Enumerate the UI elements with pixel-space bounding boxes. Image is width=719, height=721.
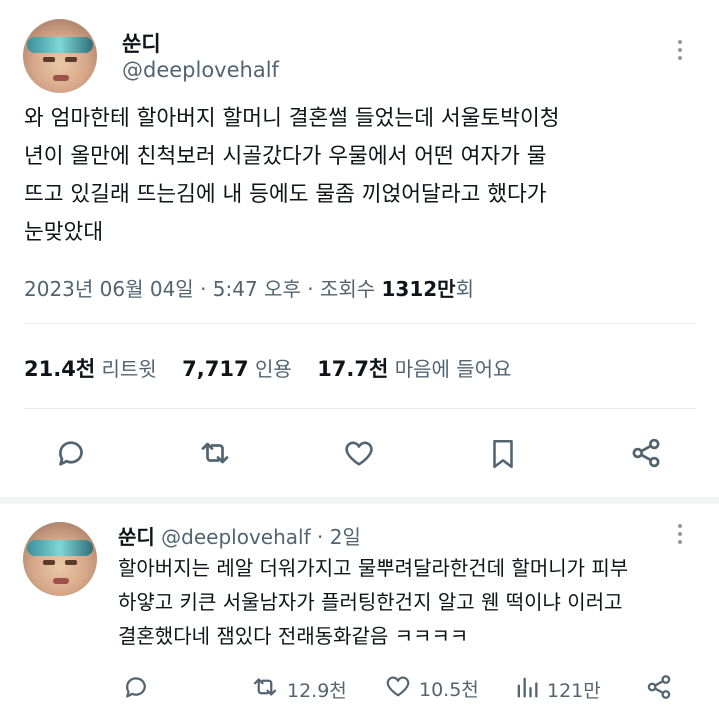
bookmark-icon[interactable]	[486, 435, 520, 473]
author-handle[interactable]: @deeplovehalf	[122, 58, 279, 82]
tweet-stats: 21.4천 리트윗 7,717 인용 17.7천 마음에 들어요	[24, 353, 511, 383]
reply-more-options-icon[interactable]	[678, 524, 682, 544]
reply-icon	[121, 672, 151, 707]
reply-text: 할아버지는 레알 더워가지고 물뿌려달라한건데 할머니가 피부 하얗고 키큰 서…	[118, 556, 629, 648]
divider	[24, 408, 696, 409]
share-icon[interactable]	[628, 435, 664, 471]
like-icon[interactable]	[341, 436, 377, 470]
view-suffix: 회	[455, 277, 474, 301]
reply-header: 쑨디 @deeplovehalf · 2일	[118, 521, 361, 550]
tweet-text: 와 엄마한테 할아버지 할머니 결혼썰 들었는데 서울토박이청 년이 올만에 친…	[24, 106, 560, 245]
tweet-date[interactable]: 2023년 06월 04일 · 5:47 오후 · 조회수	[24, 277, 381, 301]
tweet-meta: 2023년 06월 04일 · 5:47 오후 · 조회수 1312만회	[24, 273, 474, 302]
reply-reply-button[interactable]	[121, 672, 151, 707]
reply-retweet-count: 12.9천	[287, 680, 347, 702]
reply-like-count: 10.5천	[419, 679, 479, 701]
divider	[24, 323, 696, 324]
reply-icon[interactable]	[53, 435, 89, 471]
avatar[interactable]	[23, 19, 97, 93]
more-options-icon[interactable]	[678, 40, 682, 60]
retweet-count[interactable]: 21.4천 리트윗	[24, 357, 157, 381]
reply-author-name[interactable]: 쑨디	[118, 525, 155, 549]
retweet-icon	[249, 672, 281, 707]
reply-share-button[interactable]	[644, 672, 674, 707]
like-count[interactable]: 17.7천 마음에 들어요	[317, 357, 511, 381]
section-divider	[0, 497, 719, 504]
reply-time[interactable]: · 2일	[317, 525, 361, 549]
author-name[interactable]: 쑨디	[122, 28, 161, 58]
reply-like-button[interactable]: 10.5천	[383, 672, 479, 705]
share-icon	[644, 672, 674, 707]
view-count: 1312만	[381, 277, 456, 301]
reply-view-count: 121만	[547, 680, 601, 702]
reply-retweet-button[interactable]: 12.9천	[249, 672, 347, 707]
like-icon	[383, 672, 413, 705]
views-chart-icon	[513, 672, 541, 707]
quote-count[interactable]: 7,717 인용	[182, 357, 292, 381]
reply-avatar[interactable]	[23, 522, 97, 596]
reply-author-handle[interactable]: @deeplovehalf	[161, 525, 310, 549]
retweet-icon[interactable]	[196, 435, 234, 471]
reply-views-button[interactable]: 121만	[513, 672, 601, 707]
